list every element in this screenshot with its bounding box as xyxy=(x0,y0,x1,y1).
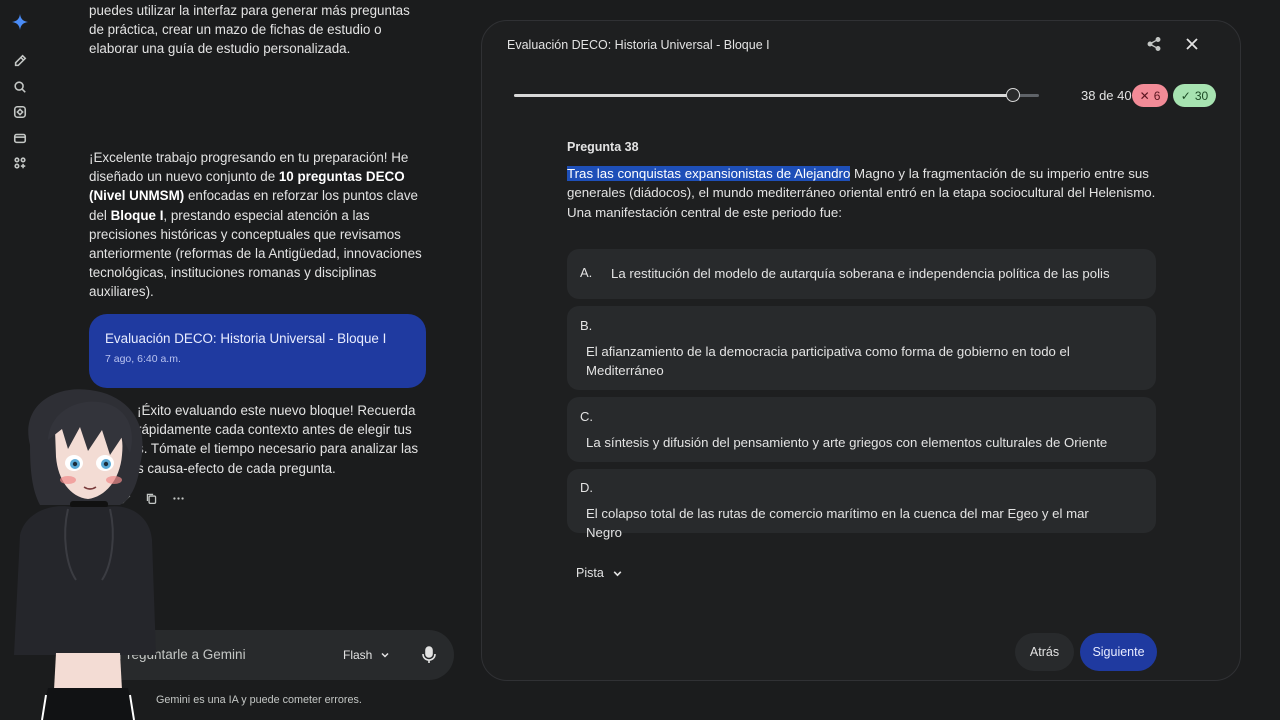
intro-message: puedes utilizar la interfaz para generar… xyxy=(89,3,410,57)
option-d[interactable]: D. El colapso total de las rutas de come… xyxy=(567,469,1156,540)
disclaimer: Gemini es una IA y puede cometer errores… xyxy=(156,694,362,706)
model-selector[interactable]: Flash xyxy=(343,648,390,662)
next-button[interactable]: Siguiente xyxy=(1080,633,1157,671)
back-button[interactable]: Atrás xyxy=(1015,633,1074,671)
progress-fill xyxy=(514,94,1013,97)
panel-title: Evaluación DECO: Historia Universal - Bl… xyxy=(507,38,770,52)
hint-toggle[interactable]: Pista xyxy=(576,566,623,580)
close-icon[interactable] xyxy=(1184,36,1200,52)
assistant-reply: ¡Excelente trabajo progresando en tu pre… xyxy=(89,150,422,300)
chevron-down-icon xyxy=(381,652,389,658)
check-icon: ✓ xyxy=(1180,88,1191,103)
option-c[interactable]: C. La síntesis y difusión del pensamient… xyxy=(567,397,1156,462)
x-icon: ✕ xyxy=(1139,88,1150,103)
apps-icon[interactable] xyxy=(12,155,28,171)
question-text: Tras las conquistas expansionistas de Al… xyxy=(567,166,1156,220)
progress-thumb[interactable] xyxy=(1006,88,1020,102)
gemini-spark-icon[interactable] xyxy=(12,14,28,30)
quiz-panel: Evaluación DECO: Historia Universal - Bl… xyxy=(481,20,1241,681)
chevron-down-icon xyxy=(613,570,622,576)
share-icon[interactable] xyxy=(1146,36,1162,52)
progress-counter: 38 de 40 xyxy=(1081,88,1132,103)
progress-slider[interactable] xyxy=(514,88,1039,102)
closing-message: ¡Éxito evaluando este nuevo bloque! Recu… xyxy=(137,403,419,476)
mic-icon[interactable] xyxy=(421,646,437,664)
quiz-card-title: Evaluación DECO: Historia Universal - Bl… xyxy=(105,331,387,346)
quiz-card[interactable]: Evaluación DECO: Historia Universal - Bl… xyxy=(89,314,426,388)
selected-text: Tras las conquistas expansionistas de Al… xyxy=(567,166,851,181)
gems-icon[interactable] xyxy=(12,104,28,120)
vtuber-avatar xyxy=(14,389,156,720)
wrong-count-badge: ✕ 6 xyxy=(1132,84,1168,107)
quiz-card-date: 7 ago, 6:40 a.m. xyxy=(105,353,181,365)
library-icon[interactable] xyxy=(12,130,28,146)
option-a[interactable]: A. La restitución del modelo de autarquí… xyxy=(567,249,1156,299)
question-label: Pregunta 38 xyxy=(567,140,639,154)
option-b[interactable]: B. El afianzamiento de la democracia par… xyxy=(567,306,1156,390)
right-count-badge: ✓ 30 xyxy=(1173,84,1216,107)
model-label: Flash xyxy=(343,648,373,662)
search-icon[interactable] xyxy=(12,79,28,95)
more-icon[interactable] xyxy=(172,492,185,508)
new-chat-icon[interactable] xyxy=(12,53,28,69)
